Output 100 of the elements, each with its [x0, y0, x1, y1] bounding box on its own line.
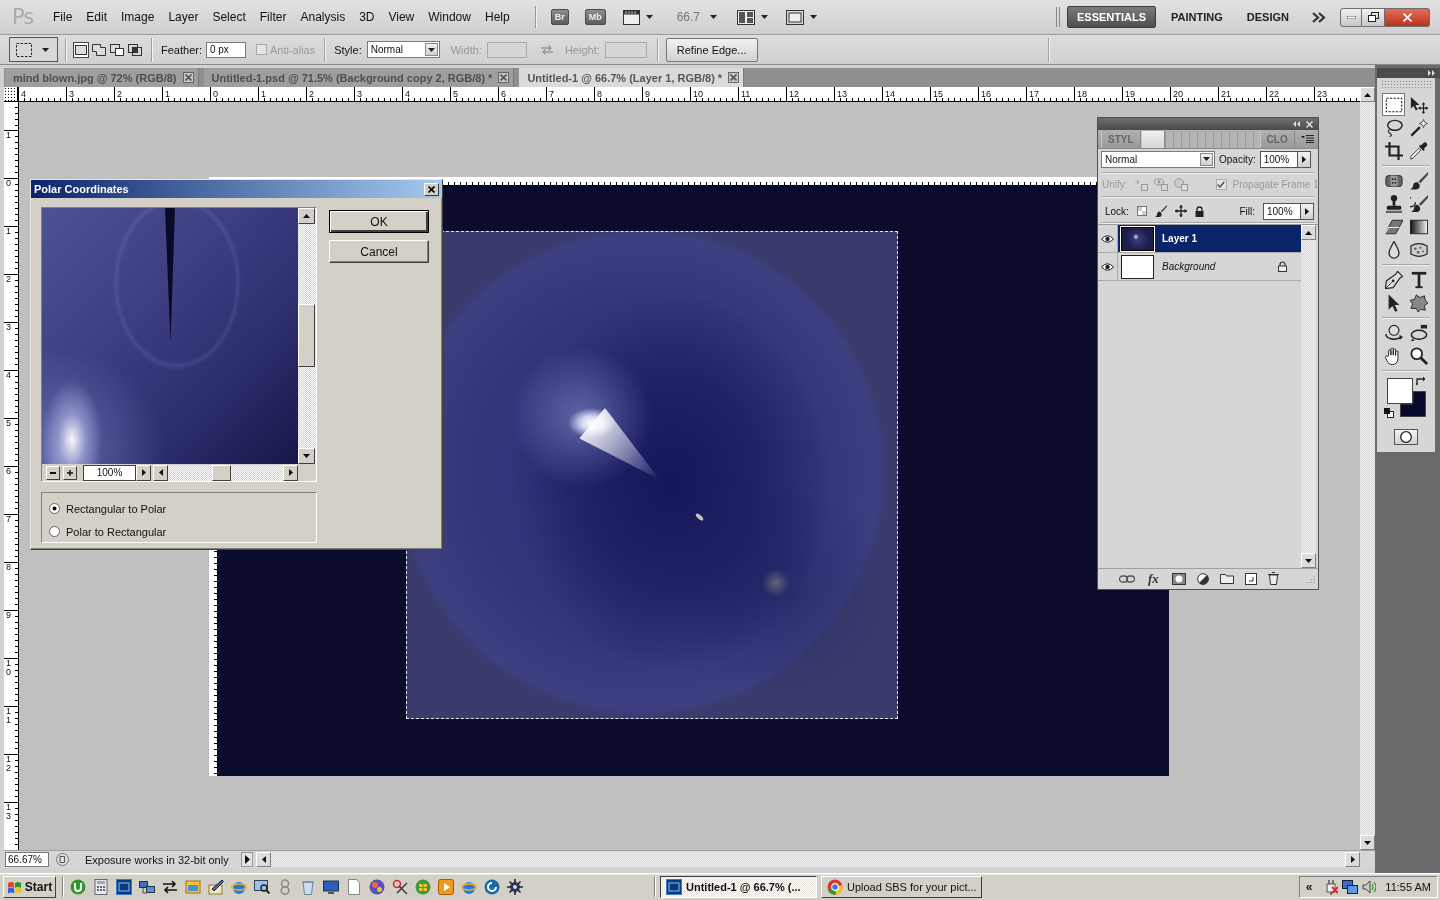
scroll-thumb[interactable] — [212, 464, 231, 481]
panel-menu-icon[interactable] — [1301, 135, 1314, 143]
scroll-right-button[interactable] — [283, 464, 298, 481]
start-button[interactable]: Start — [3, 876, 56, 898]
film-strip-icon[interactable] — [622, 9, 640, 25]
new-layer-icon[interactable] — [1244, 572, 1257, 585]
foreground-swatch-icon[interactable] — [1387, 378, 1413, 404]
globe-icon[interactable] — [369, 879, 385, 895]
status-menu-button[interactable] — [241, 852, 253, 867]
menu-item[interactable]: Analysis — [293, 10, 353, 24]
folder-icon[interactable] — [1219, 573, 1234, 584]
workspace-tab[interactable]: DESIGN — [1237, 6, 1298, 28]
caret-icon[interactable] — [810, 15, 818, 19]
height-field[interactable] — [604, 41, 647, 58]
trash-icon[interactable] — [1267, 572, 1279, 585]
arrange-documents-icon[interactable] — [737, 9, 756, 25]
scroll-left-button[interactable] — [153, 464, 168, 481]
selection-mode-button[interactable] — [127, 41, 143, 58]
zoom-field[interactable]: 66.67% — [5, 852, 49, 867]
clock[interactable]: 11:55 AM — [1385, 881, 1431, 893]
lock-pixels-icon[interactable] — [1154, 205, 1167, 217]
tray-expand-button[interactable]: « — [1303, 880, 1321, 894]
swap-arrows-icon[interactable] — [162, 879, 178, 895]
menu-item[interactable]: Help — [477, 10, 517, 24]
scroll-up-button[interactable] — [1301, 225, 1316, 240]
radio-button[interactable] — [49, 503, 60, 514]
minimize-button[interactable] — [1340, 7, 1362, 27]
taskbar-button[interactable]: Upload SBS for your pict... — [821, 876, 982, 898]
power-plug-icon[interactable] — [1324, 879, 1339, 895]
globe-ring-icon[interactable] — [231, 879, 247, 895]
scroll-right-button[interactable] — [1345, 852, 1360, 867]
scroll-up-button[interactable] — [298, 208, 315, 224]
zoom-out-button[interactable] — [46, 465, 60, 480]
desktop-icon[interactable] — [323, 879, 339, 895]
lock-position-icon[interactable] — [1174, 205, 1187, 217]
scroll-left-button[interactable] — [256, 852, 271, 867]
scroll-thumb[interactable] — [298, 304, 315, 367]
expand-chevrons-icon[interactable] — [1428, 70, 1436, 76]
menu-item[interactable]: Window — [421, 10, 478, 24]
close-icon[interactable] — [1306, 120, 1313, 128]
radio-label[interactable]: Polar to Rectangular — [66, 525, 167, 538]
workspace-tab[interactable]: PAINTING — [1162, 6, 1232, 28]
selection-mode-button[interactable] — [91, 41, 107, 58]
horizontal-scrollbar[interactable] — [256, 852, 1360, 867]
tool-button[interactable] — [1407, 169, 1430, 192]
monitor-search-icon[interactable] — [254, 879, 270, 895]
lock-transparency-icon[interactable] — [1136, 206, 1147, 216]
adjustment-icon[interactable] — [1196, 572, 1209, 585]
launcher-button[interactable]: Br — [550, 9, 569, 25]
caret-icon[interactable] — [645, 15, 653, 19]
menu-item[interactable]: Select — [205, 10, 253, 24]
link-icon[interactable] — [1119, 574, 1135, 583]
quick-mask-button[interactable] — [1394, 429, 1418, 445]
dialog-button[interactable]: OK — [329, 210, 429, 233]
status-message[interactable]: Exposure works in 32-bit only — [69, 853, 241, 866]
menu-item[interactable]: 3D — [352, 10, 382, 24]
menu-item[interactable]: Filter — [252, 10, 294, 24]
document-tab[interactable]: Untitled-1 @ 66.7% (Layer 1, RGB/8) * — [519, 68, 745, 87]
tool-button[interactable] — [1407, 344, 1430, 367]
selection-mode-button[interactable] — [73, 41, 89, 58]
visibility-toggle[interactable] — [1098, 253, 1118, 280]
vertical-scrollbar[interactable] — [298, 208, 316, 464]
fill-field[interactable]: 100% — [1263, 202, 1301, 220]
launcher-button[interactable]: Mb — [584, 9, 606, 25]
selection-mode-button[interactable] — [109, 41, 125, 58]
layer-row[interactable]: Background — [1118, 253, 1301, 280]
zoom-in-button[interactable] — [63, 465, 77, 480]
scroll-down-button[interactable] — [1360, 835, 1375, 850]
vertical-scrollbar[interactable] — [1301, 225, 1316, 568]
pencil-paper-icon[interactable] — [208, 879, 224, 895]
menu-item[interactable]: View — [381, 10, 422, 24]
gear-tool-icon[interactable] — [507, 879, 523, 895]
radio-label[interactable]: Rectangular to Polar — [66, 502, 167, 515]
tool-preset-button[interactable] — [9, 37, 58, 62]
collapse-chevrons-icon[interactable] — [1292, 121, 1300, 127]
menu-item[interactable]: File — [46, 10, 80, 24]
panel-tab[interactable] — [1140, 131, 1165, 148]
effects-button[interactable]: fx — [1146, 570, 1161, 587]
layer-row[interactable]: Layer 1 — [1118, 225, 1301, 252]
restore-button[interactable] — [1362, 7, 1385, 27]
scroll-up-button[interactable] — [1360, 87, 1375, 102]
double-chevron-icon[interactable] — [1312, 11, 1326, 23]
width-field[interactable] — [486, 41, 527, 58]
play-icon[interactable] — [438, 879, 454, 895]
screen-mode-icon[interactable] — [786, 9, 805, 25]
tool-button[interactable] — [1407, 291, 1430, 314]
tool-button[interactable] — [1382, 93, 1405, 116]
scissors-icon[interactable] — [392, 879, 408, 895]
zoom-menu-button[interactable] — [136, 464, 151, 481]
feather-field[interactable]: 0 px — [205, 41, 246, 58]
scroll-down-button[interactable] — [1301, 553, 1316, 568]
round-badge-icon[interactable] — [56, 853, 69, 866]
network-icon[interactable] — [1342, 879, 1359, 895]
tool-button[interactable] — [1407, 139, 1430, 162]
default-colors-icon[interactable] — [1384, 408, 1394, 418]
opacity-field[interactable]: 100% — [1259, 150, 1298, 168]
speaker-icon[interactable] — [1362, 880, 1377, 894]
radio-button[interactable] — [49, 526, 60, 537]
horizontal-scrollbar[interactable] — [153, 464, 298, 481]
workspace-tab[interactable]: ESSENTIALS — [1067, 6, 1157, 28]
